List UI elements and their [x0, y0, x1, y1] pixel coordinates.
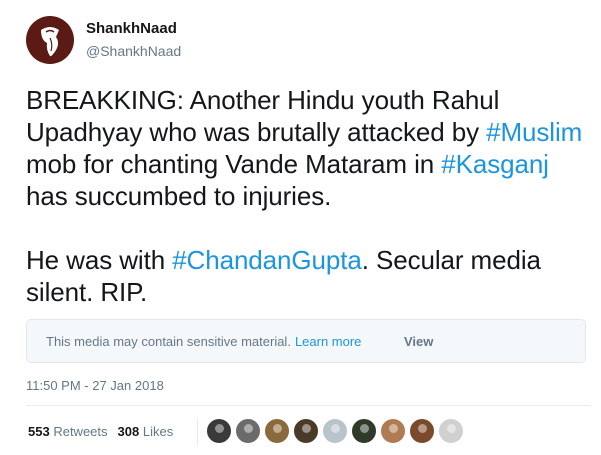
liker-avatar[interactable]	[264, 418, 290, 444]
liker-avatar[interactable]	[206, 418, 232, 444]
sensitive-message: This media may contain sensitive materia…	[46, 334, 291, 349]
liker-avatar[interactable]	[380, 418, 406, 444]
tweet-timestamp[interactable]: 11:50 PM - 27 Jan 2018	[26, 378, 164, 393]
liker-avatar[interactable]	[293, 418, 319, 444]
learn-more-link[interactable]: Learn more	[295, 334, 361, 349]
retweets-label: Retweets	[53, 424, 108, 439]
hashtag-link[interactable]: #Kasganj	[441, 149, 549, 179]
tweet-paragraph: BREAKKING: Another Hindu youth Rahul Upa…	[26, 84, 591, 212]
user-name[interactable]: ShankhNaad	[86, 20, 177, 37]
hashtag-link[interactable]: #ChandanGupta	[172, 245, 362, 275]
stats-divider	[197, 418, 198, 446]
text-segment: mob for chanting Vande Mataram in	[26, 149, 442, 179]
sensitive-media-notice: This media may contain sensitive materia…	[26, 319, 586, 363]
tweet-stats: 553 Retweets 308 Likes	[28, 424, 173, 439]
tweet-paragraph: He was with #ChandanGupta. Secular media…	[26, 244, 591, 308]
retweets-stat[interactable]: 553 Retweets	[28, 424, 108, 439]
sensitive-media-text: This media may contain sensitive materia…	[46, 334, 361, 349]
text-segment: He was with	[26, 245, 173, 275]
likes-stat[interactable]: 308 Likes	[118, 424, 174, 439]
tweet-text: BREAKKING: Another Hindu youth Rahul Upa…	[26, 84, 591, 308]
liker-avatar[interactable]	[235, 418, 261, 444]
liker-avatar[interactable]	[409, 418, 435, 444]
divider	[26, 405, 591, 406]
user-handle[interactable]: @ShankhNaad	[86, 43, 181, 59]
retweets-count: 553	[28, 424, 50, 439]
conch-shell-icon	[41, 27, 59, 57]
likes-label: Likes	[142, 424, 174, 439]
liker-avatar[interactable]	[351, 418, 377, 444]
likes-count: 308	[117, 424, 140, 439]
view-media-button[interactable]: View	[404, 334, 433, 349]
text-segment: BREAKKING: Another Hindu youth Rahul Upa…	[26, 85, 500, 147]
text-segment: has succumbed to injuries.	[26, 181, 332, 211]
liker-avatar[interactable]	[438, 418, 464, 444]
profile-avatar[interactable]	[26, 16, 74, 64]
liker-avatar[interactable]	[322, 418, 348, 444]
hashtag-link[interactable]: #Muslim	[486, 117, 582, 147]
